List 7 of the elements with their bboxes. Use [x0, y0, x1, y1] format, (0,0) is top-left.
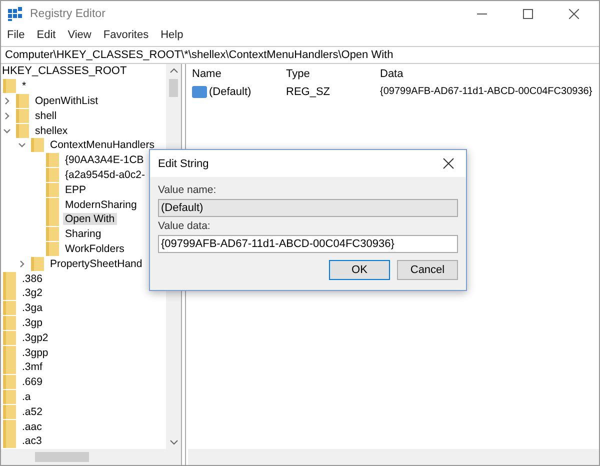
window-title: Registry Editor — [30, 8, 106, 20]
table-cell: (Default) — [209, 86, 252, 98]
field-label: Value data: — [158, 220, 212, 232]
dialog-title: Edit String — [158, 158, 209, 170]
table-cell-text: {09799AFB-AD67-11d1-ABCD-00C04FC30936} — [380, 86, 594, 97]
table-cell-text: REG_SZ — [286, 86, 332, 98]
field-label: Value name: — [158, 184, 218, 196]
